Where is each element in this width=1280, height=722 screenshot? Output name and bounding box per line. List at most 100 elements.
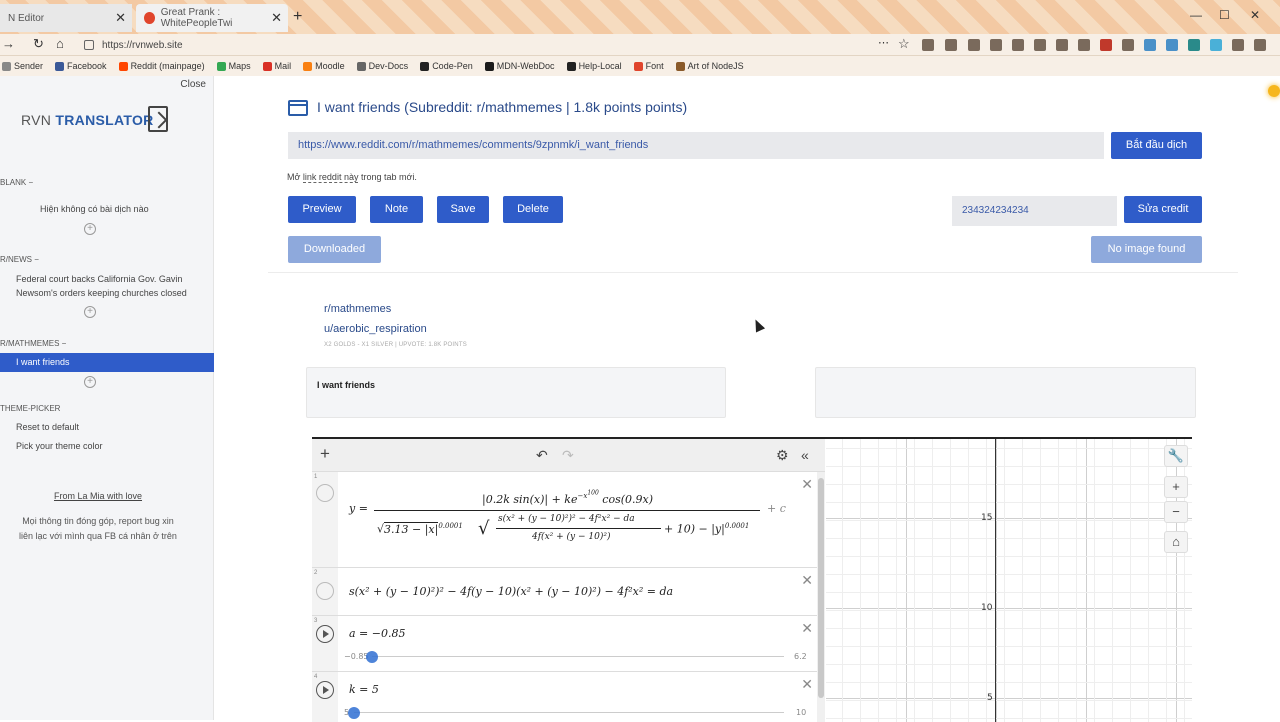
maximize-icon[interactable]: ☐ <box>1219 8 1230 22</box>
close-window-icon[interactable]: ✕ <box>1250 8 1260 22</box>
toolbar-icon[interactable] <box>1122 39 1134 51</box>
credit-input[interactable]: 234324234234 <box>952 196 1117 226</box>
start-translate-button[interactable]: Bắt đầu dịch <box>1111 132 1202 159</box>
save-button[interactable]: Save <box>437 196 489 223</box>
expression-row-2[interactable]: 2 ✕ s(x² + (y − 10)²)² − 4f(y − 10)(x² +… <box>312 568 817 616</box>
delete-button[interactable]: Delete <box>503 196 563 223</box>
gear-icon[interactable]: ⚙ <box>776 447 789 464</box>
expression-row-3[interactable]: 3 ✕ a = −0.85 −0.85 6.2 <box>312 616 817 672</box>
post-url-field[interactable]: https://www.reddit.com/r/mathmemes/comme… <box>288 132 1104 159</box>
home-icon[interactable]: ⌂ <box>56 36 64 51</box>
note-button[interactable]: Note <box>370 196 423 223</box>
expression-scrollbar[interactable] <box>817 472 825 722</box>
toolbar-icon[interactable] <box>1012 39 1024 51</box>
open-reddit-link[interactable]: link reddit này <box>302 172 359 183</box>
graph-area[interactable] <box>826 439 1192 722</box>
toolbar-icon[interactable] <box>922 39 934 51</box>
bookmark-star-icon[interactable]: ☆ <box>898 36 910 52</box>
translated-title-card[interactable] <box>815 367 1196 418</box>
downloaded-button[interactable]: Downloaded <box>288 236 381 263</box>
browser-tab-editor[interactable]: N Editor ✕ <box>0 4 132 32</box>
bookmark-item[interactable]: Facebook <box>55 61 107 71</box>
toolbar-icon[interactable] <box>1078 39 1090 51</box>
sidebar-item-news[interactable]: Federal court backs California Gov. Gavi… <box>16 272 196 300</box>
add-expression-icon[interactable]: + <box>320 444 330 464</box>
delete-expression-icon[interactable]: ✕ <box>801 476 813 493</box>
toolbar-icon[interactable] <box>1056 39 1068 51</box>
edit-credit-button[interactable]: Sửa credit <box>1124 196 1202 223</box>
zoom-out-button[interactable]: − <box>1164 501 1188 523</box>
slider-track[interactable] <box>354 712 784 713</box>
bookmark-item[interactable]: Font <box>633 61 664 71</box>
collapse-panel-icon[interactable]: « <box>801 447 809 463</box>
toolbar-icon[interactable] <box>1100 39 1112 51</box>
bookmark-item[interactable]: Code-Pen <box>420 61 473 71</box>
slider-track[interactable] <box>372 656 784 657</box>
toolbar-icon[interactable] <box>1232 39 1244 51</box>
bookmark-item[interactable]: Moodle <box>303 61 345 71</box>
slider-handle[interactable] <box>366 651 378 663</box>
slider-handle[interactable] <box>348 707 360 719</box>
toggle-visibility-icon[interactable] <box>316 484 334 502</box>
bookmark-item[interactable]: Art of NodeJS <box>675 61 744 71</box>
original-title-card[interactable]: I want friends <box>306 367 726 418</box>
reload-icon[interactable]: ↻ <box>33 36 44 52</box>
toolbar-icon[interactable] <box>1144 39 1156 51</box>
preview-button[interactable]: Preview <box>288 196 356 223</box>
delete-expression-icon[interactable]: ✕ <box>801 620 813 637</box>
address-bar[interactable]: https://rvnweb.site <box>80 35 910 55</box>
bookmark-item[interactable]: Help-Local <box>566 61 622 71</box>
undo-icon[interactable]: ↶ <box>536 447 548 464</box>
section-blank-label[interactable]: BLANK − <box>0 178 33 187</box>
close-tab-icon[interactable]: ✕ <box>115 10 126 26</box>
toolbar-icon[interactable] <box>1034 39 1046 51</box>
author-link[interactable]: u/aerobic_respiration <box>324 323 427 335</box>
bookmark-item[interactable]: MDN-WebDoc <box>484 61 555 71</box>
toolbar-icon[interactable] <box>1210 39 1222 51</box>
subreddit-link[interactable]: r/mathmemes <box>324 303 391 315</box>
bookmark-item[interactable]: Maps <box>216 61 251 71</box>
section-mathmemes-label[interactable]: R/MATHMEMES − <box>0 339 66 348</box>
minimize-icon[interactable]: — <box>1190 8 1202 22</box>
browser-tab-reddit[interactable]: Great Prank : WhitePeopleTwi ✕ <box>136 4 288 32</box>
add-circle-icon[interactable]: + <box>84 306 96 318</box>
original-title-text: I want friends <box>317 380 376 390</box>
bookmark-icon <box>262 61 272 71</box>
delete-expression-icon[interactable]: ✕ <box>801 676 813 693</box>
add-circle-icon[interactable]: + <box>84 223 96 235</box>
toolbar-icon[interactable] <box>1188 39 1200 51</box>
toggle-visibility-icon[interactable] <box>316 582 334 600</box>
bookmark-item[interactable]: Sender <box>2 61 43 71</box>
wrench-icon[interactable]: 🔧 <box>1164 445 1188 467</box>
zoom-in-button[interactable]: + <box>1164 476 1188 498</box>
sidebar-item-i-want-friends[interactable]: I want friends <box>0 353 214 372</box>
no-image-button[interactable]: No image found <box>1091 236 1202 263</box>
pick-theme-color-link[interactable]: Pick your theme color <box>16 439 196 453</box>
expression-row-1[interactable]: 1 ✕ y = |0.2k sin(x)| + ke−x100 cos(0.9x… <box>312 472 817 568</box>
toolbar-icon[interactable] <box>945 39 957 51</box>
add-circle-icon[interactable]: + <box>84 376 96 388</box>
bookmark-item[interactable]: Mail <box>262 61 291 71</box>
reset-theme-link[interactable]: Reset to default <box>16 420 196 434</box>
bookmark-item[interactable]: Reddit (mainpage) <box>118 61 205 71</box>
home-view-icon[interactable]: ⌂ <box>1164 531 1188 553</box>
profile-icon[interactable] <box>1254 39 1266 51</box>
section-news-label[interactable]: R/NEWS − <box>0 255 39 264</box>
scrollbar-thumb[interactable] <box>818 478 824 698</box>
redo-icon[interactable]: ↷ <box>562 447 574 464</box>
back-icon[interactable]: → <box>2 36 15 51</box>
section-theme-label[interactable]: THEME-PICKER <box>0 404 60 413</box>
play-slider-icon[interactable] <box>316 625 334 643</box>
close-sidebar-button[interactable]: Close <box>180 79 206 90</box>
play-slider-icon[interactable] <box>316 681 334 699</box>
new-tab-button[interactable]: + <box>293 8 302 26</box>
toolbar-icon[interactable] <box>990 39 1002 51</box>
toolbar-icon[interactable] <box>968 39 980 51</box>
expression-row-4[interactable]: 4 ✕ k = 5 5 10 <box>312 672 817 722</box>
close-tab-icon[interactable]: ✕ <box>271 10 282 26</box>
toolbar-icon[interactable] <box>1166 39 1178 51</box>
author-link[interactable]: From La Mia with love <box>0 491 196 501</box>
delete-expression-icon[interactable]: ✕ <box>801 572 813 589</box>
bookmark-item[interactable]: Dev-Docs <box>356 61 408 71</box>
more-icon[interactable]: ⋯ <box>878 36 889 49</box>
